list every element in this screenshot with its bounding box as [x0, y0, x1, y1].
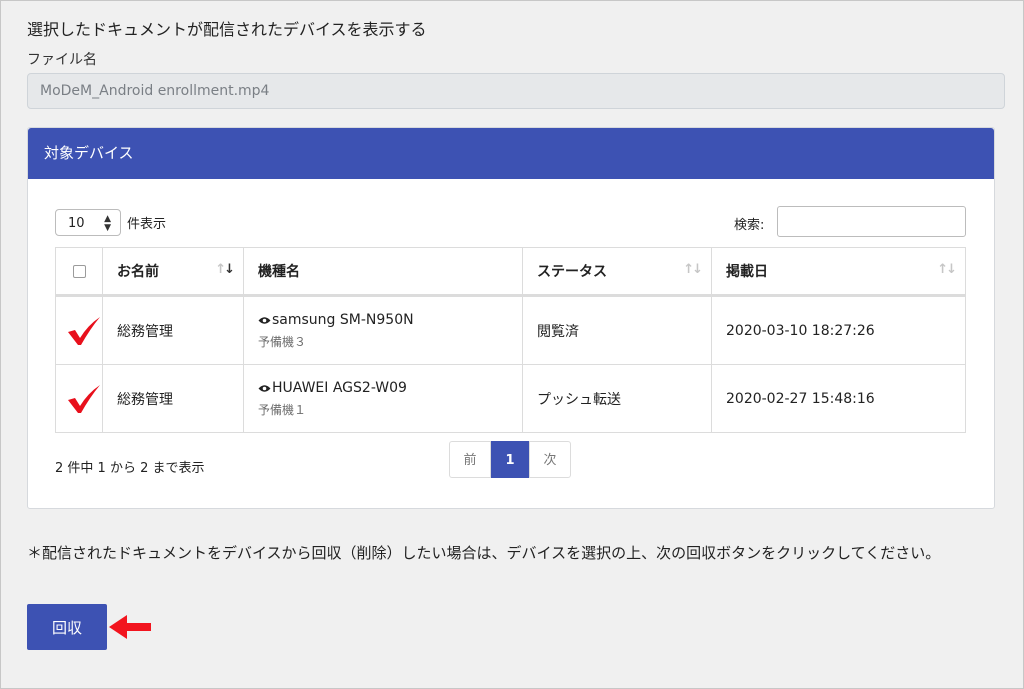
row-status: プッシュ転送: [522, 364, 712, 433]
column-label: ステータス: [537, 264, 607, 280]
device-model: samsung SM-N950N: [272, 311, 414, 328]
sort-icon: ↑↓: [683, 262, 703, 277]
recall-button[interactable]: 回収: [27, 604, 107, 650]
column-header-status[interactable]: ステータス ↑↓: [522, 247, 712, 297]
pagination-next-button[interactable]: 次: [529, 441, 571, 478]
row-status: 閲覧済: [522, 295, 712, 365]
file-name-label: ファイル名: [27, 52, 97, 68]
page-length-suffix: 件表示: [127, 217, 167, 232]
sort-icon: ↑↓: [937, 262, 957, 277]
column-label: 機種名: [258, 264, 300, 280]
pagination-prev-button[interactable]: 前: [449, 441, 491, 478]
device-sub-label: 予備機１: [258, 402, 307, 417]
arrow-left-icon: [109, 615, 151, 639]
check-mark-icon: [68, 316, 100, 345]
page-title: 選択したドキュメントが配信されたデバイスを表示する: [27, 20, 427, 39]
panel-title: 対象デバイス: [28, 128, 994, 179]
search-input[interactable]: [777, 206, 966, 237]
recall-notice: ＊配信されたドキュメントをデバイスから回収（削除）したい場合は、デバイスを選択の…: [27, 544, 941, 562]
devices-table: お名前 ↑↓ 機種名 ステータス ↑↓ 掲載日 ↑↓ 総務管理 samsung …: [55, 247, 966, 433]
row-select-cell[interactable]: [55, 364, 103, 433]
table-row[interactable]: 総務管理 HUAWEI AGS2-W09 予備機１ プッシュ転送 2020-02…: [55, 364, 966, 433]
table-header-row: お名前 ↑↓ 機種名 ステータス ↑↓ 掲載日 ↑↓: [55, 247, 966, 297]
select-all-cell: [55, 247, 103, 297]
row-date: 2020-02-27 15:48:16: [711, 364, 966, 433]
device-sub-label: 予備機３: [258, 334, 307, 349]
row-name: 総務管理: [102, 364, 244, 433]
file-name-field: MoDeM_Android enrollment.mp4: [27, 73, 1005, 109]
page-length-select[interactable]: 10 ▲ ▼: [55, 209, 121, 236]
dialog-frame: 選択したドキュメントが配信されたデバイスを表示する ファイル名 MoDeM_An…: [0, 0, 1024, 689]
row-device-cell: samsung SM-N950N 予備機３: [243, 295, 523, 365]
row-date: 2020-03-10 18:27:26: [711, 295, 966, 365]
column-header-date[interactable]: 掲載日 ↑↓: [711, 247, 966, 297]
pagination: 前 1 次: [449, 441, 571, 478]
eye-icon: [258, 384, 271, 392]
table-info: 2 件中 1 から 2 まで表示: [55, 461, 205, 476]
column-header-model: 機種名: [243, 247, 523, 297]
target-devices-panel: 対象デバイス 10 ▲ ▼ 件表示 検索: お名前 ↑↓ 機種名 ステータス ↑…: [27, 127, 995, 509]
column-label: お名前: [117, 264, 159, 280]
select-all-checkbox[interactable]: [72, 264, 86, 278]
check-mark-icon: [68, 384, 100, 413]
pagination-page-button[interactable]: 1: [491, 441, 529, 478]
column-header-name[interactable]: お名前 ↑↓: [102, 247, 244, 297]
row-device-cell: HUAWEI AGS2-W09 予備機１: [243, 364, 523, 433]
sort-icon: ↑↓: [215, 262, 235, 277]
row-name: 総務管理: [102, 295, 244, 365]
column-label: 掲載日: [726, 264, 768, 280]
row-select-cell[interactable]: [55, 295, 103, 365]
device-model: HUAWEI AGS2-W09: [272, 379, 407, 396]
page-length-value: 10: [68, 216, 85, 231]
search-label: 検索:: [734, 218, 765, 233]
select-arrows-icon: ▲ ▼: [104, 214, 111, 233]
eye-icon: [258, 316, 271, 324]
table-row[interactable]: 総務管理 samsung SM-N950N 予備機３ 閲覧済 2020-03-1…: [55, 295, 966, 365]
